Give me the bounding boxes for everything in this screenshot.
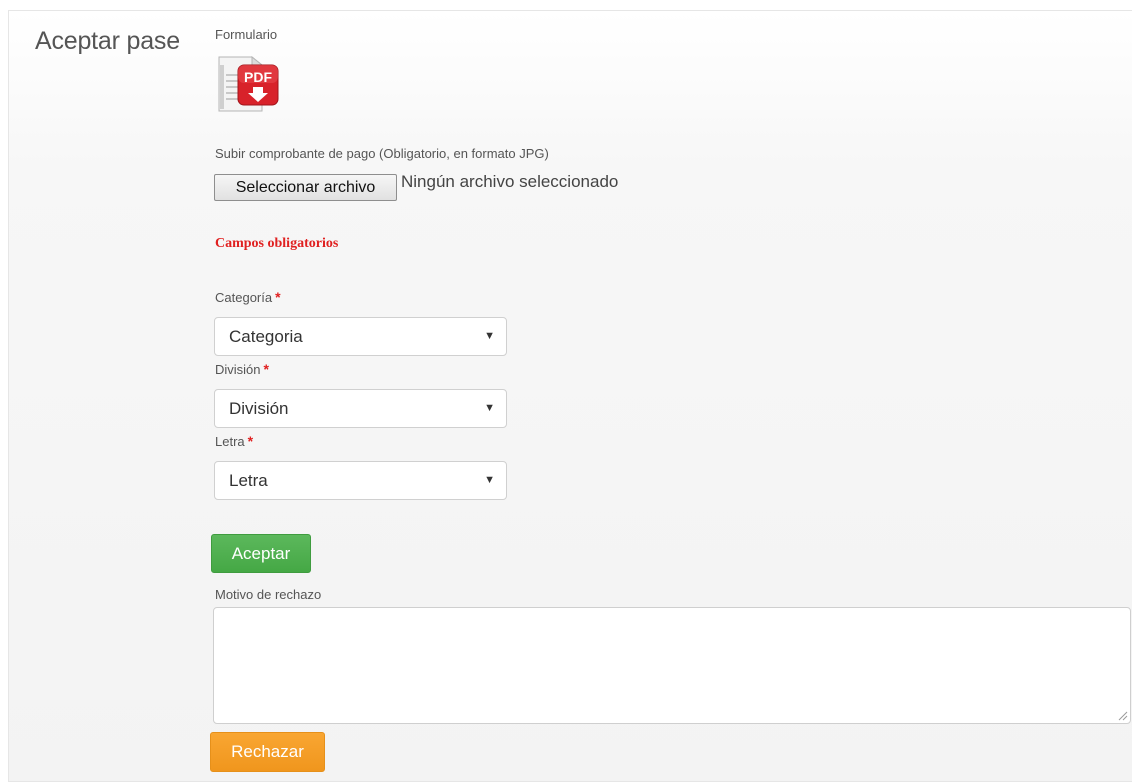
division-select-value: División (229, 399, 289, 418)
letra-label-text: Letra (215, 434, 245, 449)
resize-grip-icon[interactable] (1116, 709, 1128, 721)
required-asterisk: * (247, 433, 254, 449)
categoria-label-text: Categoría (215, 290, 273, 305)
chevron-down-icon: ▼ (484, 330, 495, 342)
categoria-select[interactable]: Categoria ▼ (214, 317, 507, 356)
categoria-label: Categoría * (215, 289, 281, 305)
file-status-text: Ningún archivo seleccionado (401, 172, 619, 191)
division-select[interactable]: División ▼ (214, 389, 507, 428)
select-file-button[interactable]: Seleccionar archivo (214, 174, 397, 201)
accept-button[interactable]: Aceptar (211, 534, 311, 573)
formulario-label: Formulario (215, 27, 278, 42)
required-asterisk: * (275, 289, 281, 305)
pdf-icon-text: PDF (244, 69, 272, 85)
upload-label: Subir comprobante de pago (Obligatorio, … (215, 146, 549, 161)
letra-label: Letra * (215, 433, 253, 449)
reject-reason-label: Motivo de rechazo (215, 587, 322, 602)
categoria-select-value: Categoria (229, 327, 303, 346)
reject-reason-textarea[interactable] (213, 607, 1131, 724)
required-asterisk: * (263, 361, 269, 377)
required-fields-note: Campos obligatorios (215, 236, 339, 251)
division-label-text: División (215, 362, 261, 377)
division-label: División * (215, 361, 269, 377)
page-title: Aceptar pase (35, 27, 180, 55)
reject-button[interactable]: Rechazar (210, 732, 325, 772)
letra-select-value: Letra (229, 471, 268, 490)
letra-select[interactable]: Letra ▼ (214, 461, 507, 500)
pdf-download-icon[interactable]: PDF (216, 51, 282, 113)
chevron-down-icon: ▼ (484, 474, 495, 486)
chevron-down-icon: ▼ (484, 402, 495, 414)
